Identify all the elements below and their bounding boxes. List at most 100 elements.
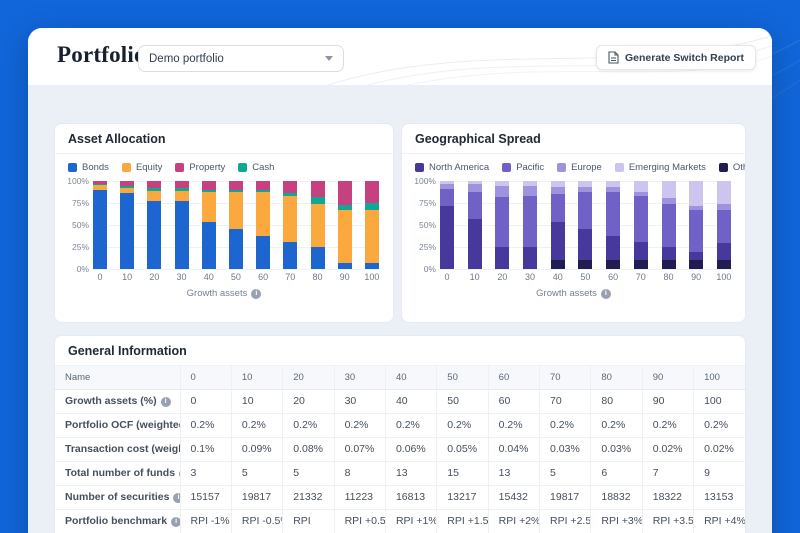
legend-chip xyxy=(175,163,184,172)
grid-line xyxy=(93,269,379,270)
x-axis-tick: 30 xyxy=(175,272,189,282)
row-label: Portfolio OCF (weighted)i xyxy=(55,413,180,437)
generate-switch-report-button[interactable]: Generate Switch Report xyxy=(596,45,756,70)
x-axis-tick: 30 xyxy=(523,272,537,282)
table-cell: 18322 xyxy=(642,485,693,509)
stacked-bar xyxy=(283,181,297,269)
bar-segment xyxy=(440,206,454,269)
column-header: 40 xyxy=(385,366,436,389)
bar-segment xyxy=(147,191,161,202)
legend-chip xyxy=(502,163,511,172)
info-icon[interactable]: i xyxy=(171,517,180,527)
legend-item: Europe xyxy=(557,162,602,173)
y-axis-tick: 25% xyxy=(72,242,89,252)
bar-segment xyxy=(311,197,325,204)
geographical-spread-card: Geographical Spread North AmericaPacific… xyxy=(401,123,746,323)
row-label: Number of securitiesi xyxy=(55,485,180,509)
table-cell: 0.09% xyxy=(231,437,282,461)
legend-item: Property xyxy=(175,162,225,173)
legend-label: Other xyxy=(733,162,746,173)
table-cell: 10 xyxy=(231,389,282,413)
stacked-bar xyxy=(689,181,703,269)
table-cell: 19817 xyxy=(540,485,591,509)
x-axis-tick: 0 xyxy=(93,272,107,282)
legend-label: North America xyxy=(429,162,489,173)
bar-segment xyxy=(147,181,161,188)
table-cell: RPI +2% xyxy=(488,509,539,533)
table-cell: 16813 xyxy=(385,485,436,509)
legend-label: Equity xyxy=(136,162,162,173)
table-cell: 5 xyxy=(540,461,591,485)
bar-segment xyxy=(551,194,565,222)
info-icon[interactable]: i xyxy=(251,289,261,299)
legend-item: Pacific xyxy=(502,162,544,173)
bar-segment xyxy=(147,201,161,269)
bar-segment xyxy=(578,229,592,260)
column-header: 30 xyxy=(334,366,385,389)
table-cell: 15432 xyxy=(488,485,539,509)
table-cell: RPI +3% xyxy=(591,509,642,533)
app-header: Portfolios Demo portfolio Generate Switc… xyxy=(28,28,772,85)
bar-segment xyxy=(689,181,703,206)
table-cell: 5 xyxy=(231,461,282,485)
info-icon[interactable]: i xyxy=(173,493,180,503)
grid-line xyxy=(440,269,731,270)
table-cell: 80 xyxy=(591,389,642,413)
y-axis-tick: 0% xyxy=(77,264,89,274)
bar-segment xyxy=(120,193,134,269)
table-cell: 0.2% xyxy=(694,413,745,437)
bar-segment xyxy=(256,192,270,237)
x-axis-tick: 40 xyxy=(551,272,565,282)
bar-segment xyxy=(634,181,648,192)
legend-item: Other xyxy=(719,162,746,173)
table-row: Growth assets (%)i0102030405060708090100 xyxy=(55,389,745,413)
portfolio-select-value: Demo portfolio xyxy=(149,53,224,65)
legend-label: Emerging Markets xyxy=(629,162,706,173)
bar-segment xyxy=(662,181,676,198)
table-cell: 0.04% xyxy=(488,437,539,461)
portfolio-select[interactable]: Demo portfolio xyxy=(138,45,344,72)
column-header: 60 xyxy=(488,366,539,389)
bar-segment xyxy=(283,181,297,193)
stacked-bar xyxy=(578,181,592,269)
stacked-bar xyxy=(468,181,482,269)
stacked-bar xyxy=(256,181,270,269)
stacked-bar xyxy=(147,181,161,269)
x-axis-tick: 20 xyxy=(495,272,509,282)
bar-segment xyxy=(689,260,703,269)
info-icon[interactable]: i xyxy=(161,397,171,407)
table-cell: RPI -0.5% xyxy=(231,509,282,533)
bar-segment xyxy=(717,181,731,204)
legend-item: Equity xyxy=(122,162,162,173)
table-cell: RPI -1% xyxy=(180,509,231,533)
stacked-bar xyxy=(229,181,243,269)
bar-segment xyxy=(495,186,509,197)
bar-segment xyxy=(202,181,216,190)
bar-segment xyxy=(311,181,325,197)
stacked-bar xyxy=(120,181,134,269)
legend-chip xyxy=(719,163,728,172)
x-axis-tick: 10 xyxy=(468,272,482,282)
x-axis-label: Growth assetsi xyxy=(55,288,393,299)
table-cell: 0.05% xyxy=(437,437,488,461)
bar-segment xyxy=(468,219,482,269)
column-header: Name xyxy=(55,366,180,389)
table-cell: 0.1% xyxy=(180,437,231,461)
stacked-bar xyxy=(338,181,352,269)
table-cell: 70 xyxy=(540,389,591,413)
row-label: Portfolio benchmarki xyxy=(55,509,180,533)
bar-segment xyxy=(311,204,325,247)
column-header: 80 xyxy=(591,366,642,389)
bar-segment xyxy=(338,210,352,263)
x-axis-tick: 0 xyxy=(440,272,454,282)
x-axis-tick: 50 xyxy=(229,272,243,282)
bar-segment xyxy=(523,247,537,269)
column-header: 20 xyxy=(283,366,334,389)
stacked-bar xyxy=(662,181,676,269)
legend-chip xyxy=(238,163,247,172)
bar-segment xyxy=(468,192,482,219)
legend-item: Cash xyxy=(238,162,274,173)
bar-segment xyxy=(175,201,189,269)
info-icon[interactable]: i xyxy=(601,289,611,299)
legend-chip xyxy=(122,163,131,172)
